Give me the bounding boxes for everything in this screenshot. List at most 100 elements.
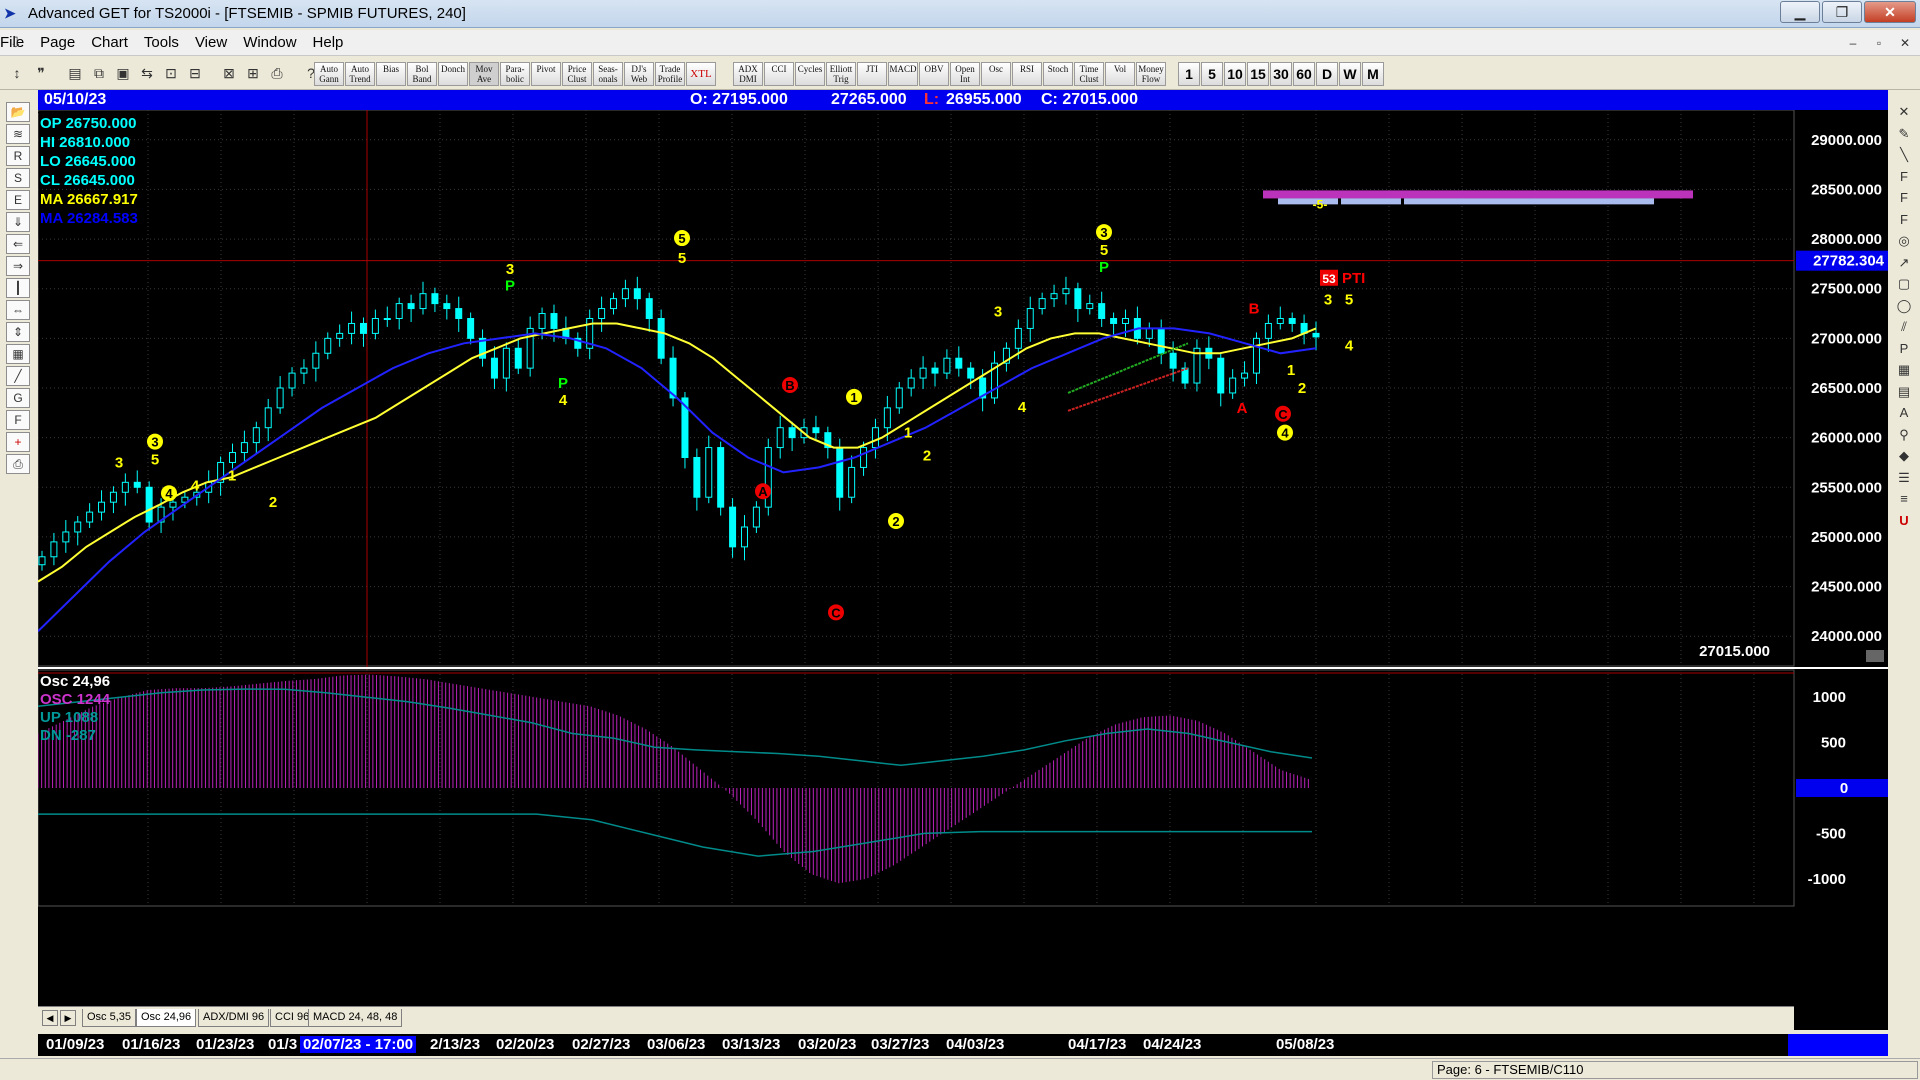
fib-icon[interactable]: F <box>6 410 30 430</box>
study-donch-button[interactable]: Donch <box>438 62 468 86</box>
tab-osc-5-35[interactable]: Osc 5,35 <box>82 1009 137 1027</box>
study-open-int-button[interactable]: Open Int <box>950 62 980 86</box>
tab-next-button[interactable]: ▶ <box>60 1010 76 1026</box>
print-icon[interactable]: ⎙ <box>6 454 30 474</box>
tab-adx-dmi-96[interactable]: ADX/DMI 96 <box>198 1009 270 1027</box>
gann-icon[interactable]: G <box>6 388 30 408</box>
timeframe-m-button[interactable]: M <box>1362 62 1384 86</box>
timeframe-30-button[interactable]: 30 <box>1270 62 1292 86</box>
timeframe-10-button[interactable]: 10 <box>1224 62 1246 86</box>
down-arrow-icon[interactable]: ⇓ <box>6 212 30 232</box>
stack-icon[interactable]: ☰ <box>1892 468 1916 488</box>
menu-page[interactable]: Page <box>40 34 75 51</box>
fib-box-icon[interactable]: ▤ <box>1892 382 1916 402</box>
grid-icon[interactable]: ▦ <box>6 344 30 364</box>
menu-tools[interactable]: Tools <box>144 34 179 51</box>
minimize-button[interactable]: ▁ <box>1780 1 1820 23</box>
frame-icon[interactable]: ⊡ <box>160 62 182 86</box>
tab-prev-button[interactable]: ◀ <box>42 1010 58 1026</box>
menu-chart[interactable]: Chart <box>91 34 128 51</box>
grid-icon[interactable]: ▦ <box>1892 360 1916 380</box>
ellipse-icon[interactable]: ◯ <box>1892 296 1916 316</box>
quote-icon[interactable]: ❞ <box>30 62 52 86</box>
text-icon[interactable]: A <box>1892 403 1916 423</box>
cross-icon[interactable]: ✕ <box>1892 102 1916 122</box>
study-stoch-button[interactable]: Stoch <box>1043 62 1073 86</box>
copy-icon[interactable]: ⧉ <box>88 62 110 86</box>
ray-icon[interactable]: ↗ <box>1892 253 1916 273</box>
zoom-icon[interactable]: ⚲ <box>1892 425 1916 445</box>
study-adx-dmi-button[interactable]: ADX DMI <box>733 62 763 86</box>
magnet-icon[interactable]: U <box>1892 511 1916 531</box>
mdi-minimize-button[interactable]: – <box>1842 33 1864 53</box>
timeframe-60-button[interactable]: 60 <box>1293 62 1315 86</box>
study-vol-button[interactable]: Vol <box>1105 62 1135 86</box>
study-auto-gann-button[interactable]: Auto Gann <box>314 62 344 86</box>
study-icon[interactable]: S <box>6 168 30 188</box>
timeframe-1-button[interactable]: 1 <box>1178 62 1200 86</box>
timeframe-5-button[interactable]: 5 <box>1201 62 1223 86</box>
fib-time-icon[interactable]: F <box>1892 210 1916 230</box>
pencil-icon[interactable]: ✎ <box>1892 124 1916 144</box>
lines-icon[interactable]: ╱ <box>6 366 30 386</box>
study-jti-button[interactable]: JTI <box>857 62 887 86</box>
left-arrow-icon[interactable]: ⇐ <box>6 234 30 254</box>
study-xtl-button[interactable]: XTL <box>686 62 716 86</box>
study-obv-button[interactable]: OBV <box>919 62 949 86</box>
collapse-icon[interactable]: ⊟ <box>184 62 206 86</box>
tile-icon[interactable]: ⊞ <box>242 62 264 86</box>
study-price-clust-button[interactable]: Price Clust <box>562 62 592 86</box>
study-time-clust-button[interactable]: Time Clust <box>1074 62 1104 86</box>
layout-icon[interactable]: ▣ <box>112 62 134 86</box>
timeframe-w-button[interactable]: W <box>1339 62 1361 86</box>
menu-view[interactable]: View <box>195 34 227 51</box>
print-icon[interactable]: ⎙ <box>266 62 288 86</box>
cancel-icon[interactable]: ⊠ <box>218 62 240 86</box>
study-elliott-trig-button[interactable]: Elliott Trig <box>826 62 856 86</box>
study-para-bolic-button[interactable]: Para- bolic <box>500 62 530 86</box>
new-page-icon[interactable]: ▤ <box>64 62 86 86</box>
circle-icon[interactable]: ◎ <box>1892 231 1916 251</box>
pti-icon[interactable]: P <box>1892 339 1916 359</box>
study-pivot-button[interactable]: Pivot <box>531 62 561 86</box>
tab-osc-24-96[interactable]: Osc 24,96 <box>136 1009 197 1027</box>
wave-icon[interactable]: ≋ <box>6 124 30 144</box>
crosshair-icon[interactable]: + <box>6 432 30 452</box>
elliott-icon[interactable]: E <box>6 190 30 210</box>
reset-icon[interactable]: R <box>6 146 30 166</box>
timeframe-15-button[interactable]: 15 <box>1247 62 1269 86</box>
line-icon[interactable]: ╲ <box>1892 145 1916 165</box>
swap-icon[interactable]: ⇆ <box>136 62 158 86</box>
pointer-icon[interactable]: ↕ <box>6 62 28 86</box>
study-bol-band-button[interactable]: Bol Band <box>407 62 437 86</box>
study-osc-button[interactable]: Osc <box>981 62 1011 86</box>
right-arrow-icon[interactable]: ⇒ <box>6 256 30 276</box>
study-cycles-button[interactable]: Cycles <box>795 62 825 86</box>
close-button[interactable]: ✕ <box>1864 1 1916 23</box>
bars-icon[interactable]: ┃ <box>6 278 30 298</box>
marker-icon[interactable]: ◆ <box>1892 446 1916 466</box>
layers-icon[interactable]: ≡ <box>1892 489 1916 509</box>
tab-macd-24-48-48[interactable]: MACD 24, 48, 48 <box>308 1009 403 1027</box>
study-trade-profile-button[interactable]: Trade Profile <box>655 62 685 86</box>
price-chart-svg[interactable]: 29000.000 28500.000 28000.000 27500.000 2700… <box>38 110 1888 1030</box>
rect-icon[interactable]: ▢ <box>1892 274 1916 294</box>
fib-ext-icon[interactable]: F <box>1892 188 1916 208</box>
chart-window[interactable]: 05/10/23 O: 27195.000 27265.000 L: 26955… <box>38 90 1888 1030</box>
channel-icon[interactable]: ⫽ <box>1892 317 1916 337</box>
menu-help[interactable]: Help <box>313 34 344 51</box>
study-seas-onals-button[interactable]: Seas- onals <box>593 62 623 86</box>
menu-window[interactable]: Window <box>243 34 296 51</box>
expand-icon[interactable]: ⇕ <box>6 322 30 342</box>
study-macd-button[interactable]: MACD <box>888 62 918 86</box>
study-bias-button[interactable]: Bias <box>376 62 406 86</box>
study-rsi-button[interactable]: RSI <box>1012 62 1042 86</box>
fib-ret-icon[interactable]: F <box>1892 167 1916 187</box>
study-money-flow-button[interactable]: Money Flow <box>1136 62 1166 86</box>
mdi-close-button[interactable]: ✕ <box>1894 33 1916 53</box>
study-mov-ave-button[interactable]: Mov Ave <box>469 62 499 86</box>
mdi-restore-button[interactable]: ▫ <box>1868 33 1890 53</box>
study-cci-button[interactable]: CCI <box>764 62 794 86</box>
study-auto-trend-button[interactable]: Auto Trend <box>345 62 375 86</box>
timeframe-d-button[interactable]: D <box>1316 62 1338 86</box>
